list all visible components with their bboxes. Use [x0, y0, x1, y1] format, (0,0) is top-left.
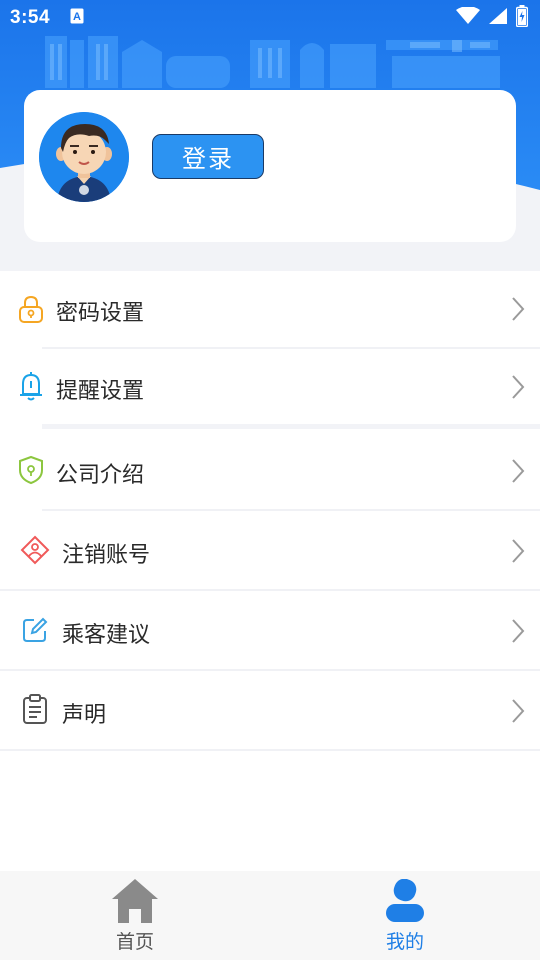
svg-text:A: A	[73, 11, 81, 23]
menu-item-label: 密码设置	[56, 301, 145, 326]
bell-icon	[16, 371, 46, 401]
menu-item-password-settings[interactable]: 密码设置	[0, 271, 540, 347]
nav-label-home: 首页	[115, 931, 154, 953]
menu-item-label: 声明	[62, 703, 107, 728]
lock-icon	[16, 294, 46, 324]
battery-icon	[515, 5, 529, 31]
menu-item-label: 公司介绍	[56, 463, 145, 488]
chevron-right-icon	[510, 538, 526, 564]
nav-label-mine: 我的	[385, 931, 424, 953]
divider	[0, 749, 540, 751]
profile-card: 登录	[24, 90, 516, 242]
divider	[42, 424, 540, 429]
menu-item-reminder-settings[interactable]: 提醒设置	[0, 349, 540, 424]
user-diamond-icon	[20, 535, 50, 565]
chevron-right-icon	[510, 618, 526, 644]
avatar[interactable]	[39, 112, 129, 202]
menu-item-passenger-suggestions[interactable]: 乘客建议	[0, 591, 540, 669]
menu-item-label: 乘客建议	[62, 623, 151, 648]
menu-item-label: 提醒设置	[56, 379, 145, 404]
menu-item-statement[interactable]: 声明	[0, 671, 540, 749]
app-notification-icon: A	[70, 8, 84, 28]
shield-icon	[16, 455, 46, 485]
chevron-right-icon	[510, 296, 526, 322]
bottom-navigation: 首页 我的	[0, 871, 540, 960]
wifi-icon	[456, 6, 480, 29]
settings-menu: 密码设置 提醒设置 公司介绍 注销账号 乘客建议 声明	[0, 271, 540, 871]
chevron-right-icon	[510, 374, 526, 400]
nav-item-home[interactable]: 首页	[0, 871, 270, 960]
home-icon	[110, 877, 160, 929]
user-icon	[385, 878, 425, 927]
chevron-right-icon	[510, 698, 526, 724]
status-time: 3:54	[10, 7, 51, 28]
menu-item-cancel-account[interactable]: 注销账号	[0, 511, 540, 589]
status-bar: 3:54 A	[0, 0, 540, 36]
nav-item-mine[interactable]: 我的	[270, 871, 540, 960]
menu-item-company-intro[interactable]: 公司介绍	[0, 431, 540, 509]
edit-icon	[20, 615, 50, 645]
cellular-signal-icon	[488, 7, 508, 29]
menu-item-label: 注销账号	[62, 543, 151, 568]
chevron-right-icon	[510, 458, 526, 484]
login-button[interactable]: 登录	[152, 134, 264, 179]
clipboard-icon	[20, 694, 50, 724]
